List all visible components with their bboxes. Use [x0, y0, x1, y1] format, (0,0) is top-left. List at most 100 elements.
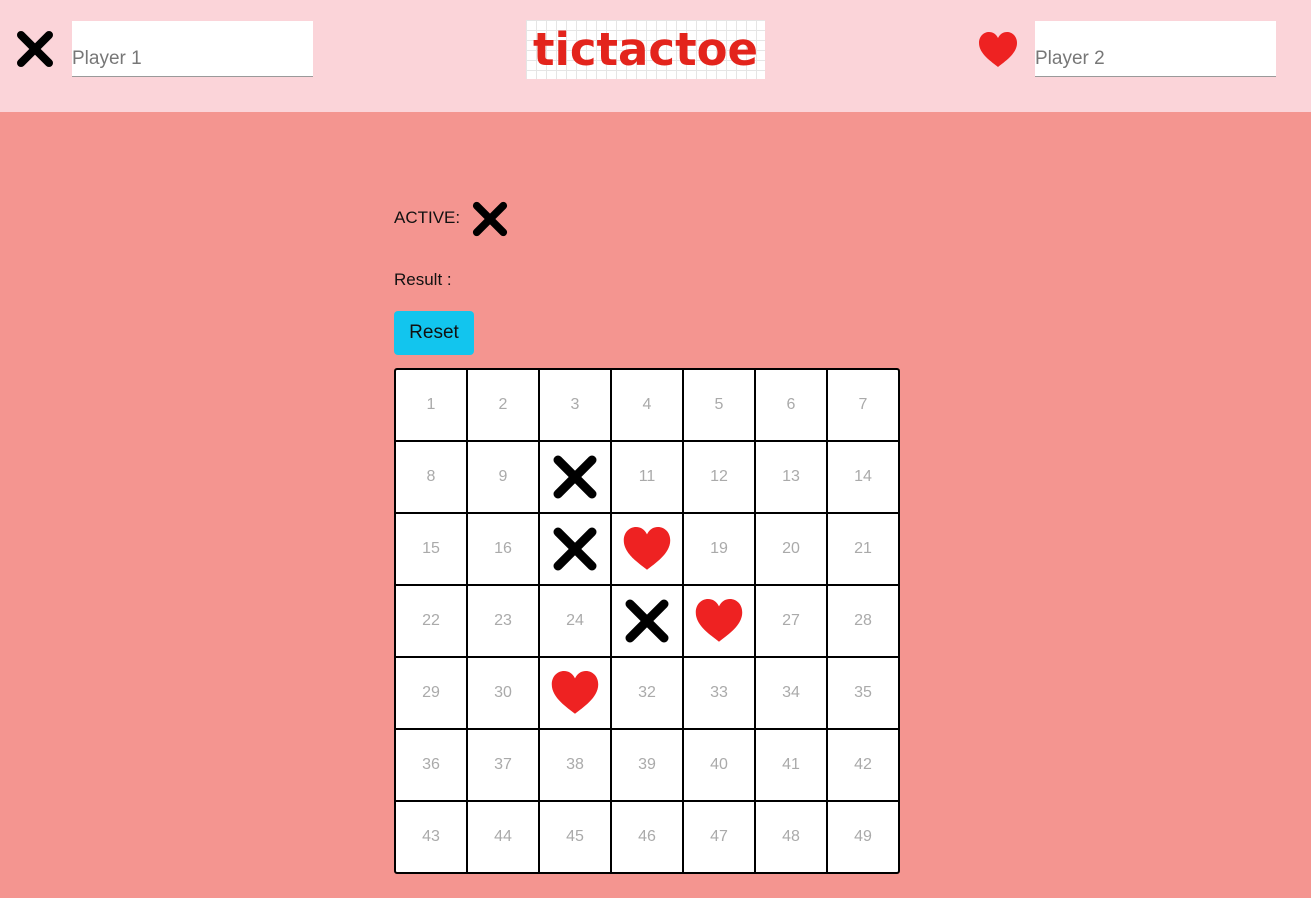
board-cell[interactable]: 19 — [684, 514, 754, 584]
cell-number: 6 — [786, 396, 796, 413]
board-cell[interactable] — [540, 514, 610, 584]
board-cell[interactable]: 48 — [756, 802, 826, 872]
cell-number: 21 — [854, 540, 872, 557]
heart-icon — [695, 599, 743, 642]
board-cell[interactable]: 9 — [468, 442, 538, 512]
cell-number: 9 — [498, 468, 508, 485]
heart-icon — [623, 527, 671, 570]
board-cell[interactable]: 27 — [756, 586, 826, 656]
board-cell[interactable]: 34 — [756, 658, 826, 728]
cell-number: 41 — [782, 756, 800, 773]
heart-icon — [979, 32, 1017, 67]
board-cell[interactable]: 12 — [684, 442, 754, 512]
board-cell[interactable]: 14 — [828, 442, 898, 512]
board-cell[interactable]: 16 — [468, 514, 538, 584]
x-mark-icon — [553, 455, 597, 499]
board-cell[interactable]: 32 — [612, 658, 682, 728]
board-cell[interactable] — [612, 514, 682, 584]
board-cell[interactable]: 15 — [396, 514, 466, 584]
cell-number: 20 — [782, 540, 800, 557]
header: tictactoe — [0, 0, 1311, 112]
cell-number: 45 — [566, 828, 584, 845]
cell-number: 42 — [854, 756, 872, 773]
cell-number: 30 — [494, 684, 512, 701]
cell-number: 7 — [858, 396, 868, 413]
cell-number: 49 — [854, 828, 872, 845]
player-2-name-input[interactable] — [1035, 21, 1276, 77]
board-cell[interactable]: 24 — [540, 586, 610, 656]
board-cell[interactable]: 13 — [756, 442, 826, 512]
board-cell[interactable]: 28 — [828, 586, 898, 656]
cell-number: 32 — [638, 684, 656, 701]
cell-number: 5 — [714, 396, 724, 413]
cell-number: 12 — [710, 468, 728, 485]
board-cell[interactable]: 2 — [468, 370, 538, 440]
board-cell[interactable]: 22 — [396, 586, 466, 656]
board-cell[interactable]: 36 — [396, 730, 466, 800]
logo: tictactoe — [526, 20, 765, 79]
cell-number: 8 — [426, 468, 436, 485]
cell-number: 46 — [638, 828, 656, 845]
x-mark-icon — [553, 527, 597, 571]
cell-number: 37 — [494, 756, 512, 773]
cell-number: 2 — [498, 396, 508, 413]
board-cell[interactable] — [684, 586, 754, 656]
active-player-x-icon — [472, 201, 508, 237]
board-cell[interactable]: 21 — [828, 514, 898, 584]
board-cell[interactable]: 7 — [828, 370, 898, 440]
cell-number: 22 — [422, 612, 440, 629]
board-cell[interactable]: 35 — [828, 658, 898, 728]
board-cell[interactable] — [540, 442, 610, 512]
cell-number: 47 — [710, 828, 728, 845]
result-label: Result : — [394, 270, 452, 289]
board-cell[interactable]: 45 — [540, 802, 610, 872]
board-cell[interactable]: 44 — [468, 802, 538, 872]
cell-number: 35 — [854, 684, 872, 701]
board-cell[interactable]: 23 — [468, 586, 538, 656]
board-cell[interactable]: 40 — [684, 730, 754, 800]
cell-number: 48 — [782, 828, 800, 845]
board-cell[interactable]: 43 — [396, 802, 466, 872]
cell-number: 15 — [422, 540, 440, 557]
board-cell[interactable] — [612, 586, 682, 656]
board-cell[interactable]: 42 — [828, 730, 898, 800]
cell-number: 44 — [494, 828, 512, 845]
cell-number: 16 — [494, 540, 512, 557]
logo-text: tictactoe — [532, 23, 759, 76]
cell-number: 34 — [782, 684, 800, 701]
board-cell[interactable]: 1 — [396, 370, 466, 440]
player-1-name-input[interactable] — [72, 21, 313, 77]
board-cell[interactable]: 20 — [756, 514, 826, 584]
board-cell[interactable]: 41 — [756, 730, 826, 800]
cell-number: 27 — [782, 612, 800, 629]
cell-number: 29 — [422, 684, 440, 701]
board-cell[interactable]: 37 — [468, 730, 538, 800]
board-cell[interactable]: 38 — [540, 730, 610, 800]
board-cell[interactable]: 6 — [756, 370, 826, 440]
heart-icon — [551, 671, 599, 714]
board-cell[interactable]: 3 — [540, 370, 610, 440]
cell-number: 3 — [570, 396, 580, 413]
cell-number: 36 — [422, 756, 440, 773]
board-cell[interactable]: 8 — [396, 442, 466, 512]
board-cell[interactable]: 33 — [684, 658, 754, 728]
x-mark-icon — [17, 31, 53, 67]
game-board: 1 2 3 4 5 6 7 8 9 11 12 13 14 15 16 19 20 21 22 23 24 27 28 29 3… — [394, 368, 900, 874]
board-cell[interactable]: 47 — [684, 802, 754, 872]
reset-button[interactable]: Reset — [394, 311, 474, 355]
board-cell[interactable] — [540, 658, 610, 728]
board-cell[interactable]: 29 — [396, 658, 466, 728]
board-cell[interactable]: 4 — [612, 370, 682, 440]
board-cell[interactable]: 30 — [468, 658, 538, 728]
cell-number: 14 — [854, 468, 872, 485]
cell-number: 11 — [638, 468, 656, 485]
cell-number: 40 — [710, 756, 728, 773]
cell-number: 23 — [494, 612, 512, 629]
cell-number: 28 — [854, 612, 872, 629]
board-cell[interactable]: 39 — [612, 730, 682, 800]
cell-number: 33 — [710, 684, 728, 701]
board-cell[interactable]: 5 — [684, 370, 754, 440]
board-cell[interactable]: 11 — [612, 442, 682, 512]
board-cell[interactable]: 46 — [612, 802, 682, 872]
board-cell[interactable]: 49 — [828, 802, 898, 872]
